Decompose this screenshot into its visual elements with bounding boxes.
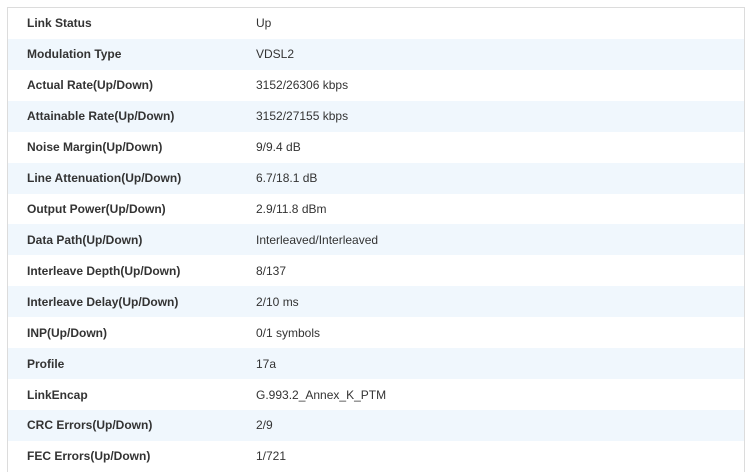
row-label: Line Attenuation(Up/Down) (27, 171, 182, 186)
row-label: Actual Rate(Up/Down) (27, 78, 153, 93)
row-label: FEC Errors(Up/Down) (27, 449, 151, 464)
row-value: Up (256, 16, 272, 31)
row-value: 3152/26306 kbps (256, 78, 349, 93)
table-row-interleave-delay: Interleave Delay(Up/Down) 2/10 ms (8, 286, 744, 318)
table-row-inp: INP(Up/Down) 0/1 symbols (8, 317, 744, 349)
row-value: 3152/27155 kbps (256, 109, 349, 124)
row-value: 8/137 (256, 263, 287, 278)
row-value: 2.9/11.8 dBm (256, 201, 327, 216)
table-row-line-attenuation: Line Attenuation(Up/Down) 6.7/18.1 dB (8, 162, 744, 194)
row-value: G.993.2_Annex_K_PTM (256, 387, 387, 402)
row-value: 17a (256, 356, 277, 371)
table-row-noise-margin: Noise Margin(Up/Down) 9/9.4 dB (8, 131, 744, 163)
dsl-status-panel: Link Status Up Modulation Type VDSL2 Act… (7, 7, 745, 472)
table-row-attainable-rate: Attainable Rate(Up/Down) 3152/27155 kbps (8, 100, 744, 132)
table-row-crc-errors: CRC Errors(Up/Down) 2/9 (8, 409, 744, 441)
table-row-link-encap: LinkEncap G.993.2_Annex_K_PTM (8, 379, 744, 410)
row-value: VDSL2 (256, 47, 295, 62)
row-label: Attainable Rate(Up/Down) (27, 109, 175, 124)
row-label: Profile (27, 356, 65, 371)
row-label: Interleave Depth(Up/Down) (27, 263, 181, 278)
table-row-interleave-depth: Interleave Depth(Up/Down) 8/137 (8, 255, 744, 287)
table-row-actual-rate: Actual Rate(Up/Down) 3152/26306 kbps (8, 69, 744, 101)
row-label: LinkEncap (27, 387, 88, 402)
row-value: 1/721 (256, 449, 287, 464)
table-row-modulation-type: Modulation Type VDSL2 (8, 38, 744, 70)
row-label: INP(Up/Down) (27, 325, 107, 340)
row-value: 2/10 ms (256, 294, 299, 309)
dsl-status-table: Link Status Up Modulation Type VDSL2 Act… (8, 8, 744, 472)
table-row-fec-errors: FEC Errors(Up/Down) 1/721 (8, 440, 744, 472)
row-value: 9/9.4 dB (256, 140, 301, 155)
row-label: Modulation Type (27, 47, 122, 62)
row-value: 0/1 symbols (256, 325, 321, 340)
row-value: 2/9 (256, 418, 273, 433)
table-row-link-status: Link Status Up (8, 8, 744, 39)
row-value: 6.7/18.1 dB (256, 171, 318, 186)
table-row-profile: Profile 17a (8, 348, 744, 380)
dsl-status-table-body: Link Status Up Modulation Type VDSL2 Act… (8, 8, 744, 472)
row-label: CRC Errors(Up/Down) (27, 418, 153, 433)
row-value: Interleaved/Interleaved (256, 232, 379, 247)
row-label: Data Path(Up/Down) (27, 232, 143, 247)
row-label: Interleave Delay(Up/Down) (27, 294, 179, 309)
row-label: Output Power(Up/Down) (27, 201, 166, 216)
row-label: Link Status (27, 16, 92, 31)
table-row-data-path: Data Path(Up/Down) Interleaved/Interleav… (8, 224, 744, 256)
table-row-output-power: Output Power(Up/Down) 2.9/11.8 dBm (8, 193, 744, 225)
row-label: Noise Margin(Up/Down) (27, 140, 163, 155)
